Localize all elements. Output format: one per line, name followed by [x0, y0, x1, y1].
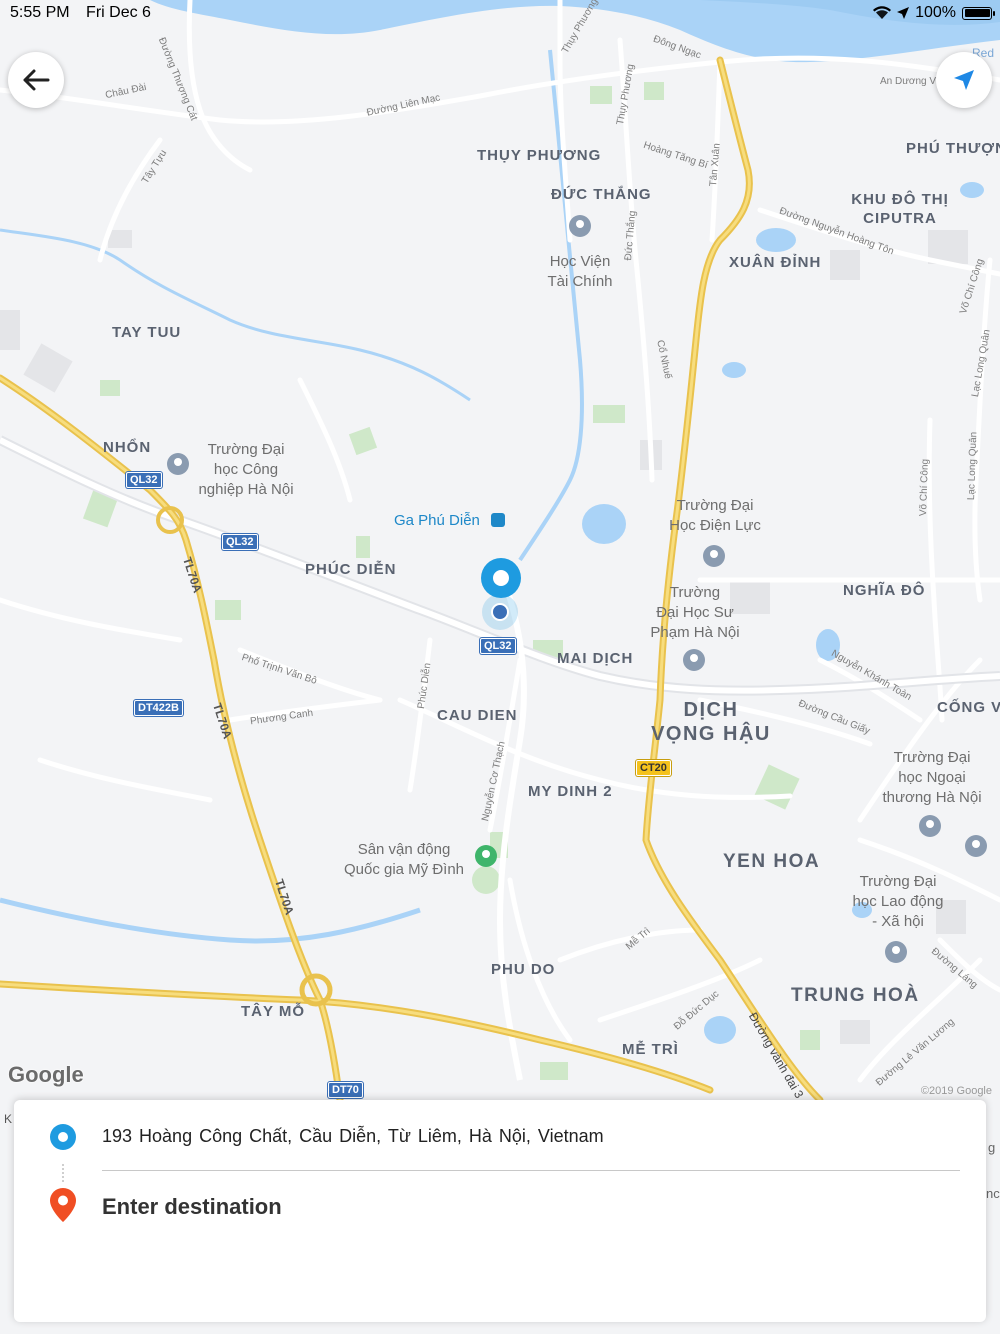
route-shield: QL32: [222, 534, 258, 550]
route-panel: 193 Hoàng Công Chất, Cầu Diễn, Từ Liêm, …: [14, 1100, 986, 1322]
district-label: THỤY PHƯƠNG: [477, 147, 602, 164]
wifi-icon: [873, 6, 892, 19]
district-label: TAY TUU: [112, 324, 182, 341]
poi-line: học Ngoại: [898, 769, 966, 786]
status-bar: 5:55 PM Fri Dec 6 100%: [0, 0, 1000, 28]
poi-line: Trường Đại: [676, 497, 754, 514]
district-label: CỐNG V: [937, 699, 1000, 716]
district-label: NGHĨA ĐÔ: [843, 582, 926, 599]
district-line: VỌNG HẬU: [651, 723, 771, 745]
map-edge-label: g: [988, 1140, 996, 1155]
poi-label[interactable]: Trường Đại Học Sư Phạm Hà Nội: [640, 583, 750, 643]
route-shield: DT422B: [134, 700, 183, 716]
lake-1: [582, 504, 626, 544]
poi-line: Quốc gia Mỹ Đình: [343, 861, 465, 878]
district-label: TÂY MỖ: [241, 1003, 306, 1020]
map-edge-label: K: [4, 1112, 13, 1126]
district-label-large: DỊCH VỌNG HẬU: [646, 698, 776, 746]
poi-label[interactable]: Học Viện Tài Chính: [530, 252, 630, 292]
district-label: PHU DO: [491, 961, 556, 978]
route-shield: DT70: [328, 1082, 363, 1098]
poi-line: học Lao động: [852, 893, 944, 910]
poi-label[interactable]: Sân vận động Quốc gia Mỹ Đình: [336, 840, 472, 880]
district-label: CAU DIEN: [437, 707, 518, 724]
district-label: NHỔN: [103, 439, 152, 456]
poi-line: Học Điện Lực: [669, 517, 761, 534]
poi-label[interactable]: Trường Đại học Lao động - Xã hội: [842, 872, 954, 932]
poi-line: thương Hà Nội: [882, 789, 982, 806]
back-button[interactable]: [8, 52, 64, 108]
poi-line: Trường: [669, 584, 721, 601]
divider: [102, 1170, 960, 1171]
route-connector: [62, 1164, 64, 1182]
poi-line: Trường Đại: [207, 441, 285, 458]
district-label: PHÚC DIỄN: [305, 561, 397, 578]
poi-line: Đại Học Sư: [656, 604, 734, 621]
poi-line: Trường Đại: [859, 873, 937, 890]
district-label: MAI DỊCH: [557, 650, 634, 667]
poi-line: Tài Chính: [547, 273, 613, 290]
district-label: PHÚ THƯỢNG: [906, 140, 1000, 157]
poi-label[interactable]: Trường Đại học Công nghiệp Hà Nội: [186, 440, 306, 500]
district-label: KHU ĐÔ THỊ CIPUTRA: [851, 191, 949, 227]
status-date: Fri Dec 6: [86, 4, 151, 21]
poi-line: Trường Đại: [893, 749, 971, 766]
navigation-arrow-icon: [954, 70, 974, 90]
district-line: DỊCH: [683, 699, 739, 721]
district-label: MỄ TRÌ: [622, 1041, 679, 1058]
district-label: ĐỨC THẮNG: [551, 186, 652, 203]
destination-input[interactable]: Enter destination: [14, 1182, 986, 1232]
destination-placeholder: Enter destination: [102, 1194, 282, 1219]
origin-dot-icon: [50, 1124, 76, 1150]
destination-pin-icon: [50, 1188, 76, 1222]
my-location-button[interactable]: [936, 52, 992, 108]
google-logo: Google: [8, 1062, 84, 1087]
status-time: 5:55 PM: [10, 4, 70, 21]
poi-label[interactable]: Trường Đại Học Điện Lực: [660, 496, 770, 536]
poi-line: - Xã hội: [872, 913, 924, 930]
district-label: TRUNG HOÀ: [791, 985, 920, 1006]
poi-line: học Công: [213, 461, 279, 478]
poi-label[interactable]: Trường Đại học Ngoại thương Hà Nội: [874, 748, 990, 808]
location-arrow-icon: [897, 7, 910, 19]
origin-row[interactable]: 193 Hoàng Công Chất, Cầu Diễn, Từ Liêm, …: [14, 1114, 986, 1158]
map-edge-label: nc: [986, 1186, 1000, 1201]
poi-line: Học Viện: [549, 253, 611, 270]
battery-percent: 100%: [915, 4, 956, 21]
arrow-left-icon: [23, 69, 50, 91]
road-label: Võ Chí Công: [918, 458, 931, 517]
route-shield: QL32: [126, 472, 162, 488]
origin-address: 193 Hoàng Công Chất, Cầu Diễn, Từ Liêm, …: [102, 1126, 604, 1146]
map-copyright: ©2019 Google: [920, 1085, 992, 1097]
poi-line: Sân vận động: [357, 841, 451, 858]
road-label: An Dương V: [880, 76, 937, 87]
route-shield: QL32: [480, 638, 516, 654]
route-shield: CT20: [636, 760, 671, 776]
district-label: MY DINH 2: [528, 783, 613, 800]
battery-icon: [962, 6, 995, 20]
district-label: YEN HOA: [723, 851, 821, 872]
district-label: XUÂN ĐỈNH: [729, 254, 822, 271]
transit-station-label[interactable]: Ga Phú Diễn: [394, 512, 480, 529]
poi-line: nghiệp Hà Nội: [198, 481, 294, 498]
poi-line: Phạm Hà Nội: [650, 624, 740, 641]
